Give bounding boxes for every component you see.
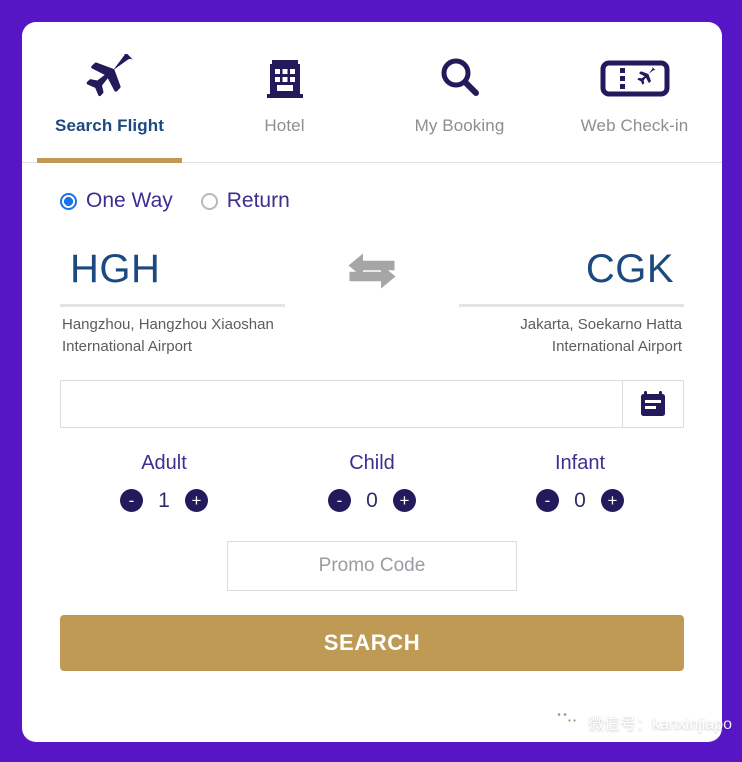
passenger-stepper-child: - 0 + — [328, 489, 416, 513]
passenger-stepper-adult: - 1 + — [120, 489, 208, 513]
watermark-text: 微信号：kanxinjiapo — [587, 715, 732, 733]
passenger-label-child: Child — [349, 451, 395, 474]
search-flight-form: One Way Return HGH Hangzhou, Hangzhou Xi… — [22, 189, 722, 671]
building-icon — [263, 48, 307, 108]
search-button[interactable]: SEARCH — [60, 614, 684, 671]
destination-code-field[interactable]: CGK — [459, 235, 684, 307]
passenger-selector: Adult - 1 + Child - 0 + Infant - 0 + — [60, 452, 684, 513]
passenger-child: Child - 0 + — [268, 452, 476, 513]
wechat-icon — [551, 707, 581, 736]
passenger-label-infant: Infant — [554, 451, 606, 474]
adult-count: 1 — [158, 488, 170, 512]
child-decrement-button[interactable]: - — [328, 489, 351, 512]
destination-airport: CGK Jakarta, Soekarno Hatta Internationa… — [459, 235, 684, 358]
boarding-pass-icon — [599, 48, 671, 108]
origin-airport: HGH Hangzhou, Hangzhou Xiaoshan Internat… — [60, 235, 285, 358]
airplane-icon — [83, 48, 137, 108]
route-selector: HGH Hangzhou, Hangzhou Xiaoshan Internat… — [60, 235, 684, 358]
tab-label-my-booking: My Booking — [414, 116, 505, 135]
passenger-infant: Infant - 0 + — [476, 452, 684, 513]
radio-label-return: Return — [226, 189, 290, 212]
trip-type-radio-group: One Way Return — [60, 189, 684, 213]
tab-bar: Search Flight Hotel My Booking Web Check… — [22, 22, 722, 163]
origin-code-field[interactable]: HGH — [60, 235, 285, 307]
calendar-icon[interactable] — [622, 379, 684, 428]
tab-label-hotel: Hotel — [264, 116, 305, 135]
destination-airport-name: Jakarta, Soekarno Hatta International Ai… — [520, 316, 682, 355]
origin-airport-name: Hangzhou, Hangzhou Xiaoshan Internationa… — [62, 316, 274, 355]
departure-date-row — [60, 379, 684, 428]
departure-date-input[interactable] — [60, 379, 622, 428]
infant-decrement-button[interactable]: - — [536, 489, 559, 512]
radio-one-way[interactable]: One Way — [60, 189, 173, 213]
tab-hotel[interactable]: Hotel — [197, 22, 372, 162]
passenger-adult: Adult - 1 + — [60, 452, 268, 513]
watermark: 微信号：kanxinjiapo — [551, 707, 732, 736]
infant-increment-button[interactable]: + — [601, 489, 624, 512]
tab-search-flight[interactable]: Search Flight — [22, 22, 197, 163]
tab-my-booking[interactable]: My Booking — [372, 22, 547, 162]
magnifier-icon — [436, 48, 484, 108]
promo-code-input[interactable] — [227, 540, 517, 591]
destination-code: CGK — [585, 247, 674, 291]
adult-decrement-button[interactable]: - — [120, 489, 143, 512]
child-count: 0 — [366, 488, 378, 512]
flight-booking-card: Search Flight Hotel My Booking Web Check… — [22, 22, 722, 742]
adult-increment-button[interactable]: + — [185, 489, 208, 512]
swap-arrows-icon[interactable] — [285, 235, 459, 307]
origin-code: HGH — [70, 247, 161, 291]
infant-count: 0 — [574, 488, 586, 512]
tab-label-web-check-in: Web Check-in — [580, 116, 689, 135]
tab-web-check-in[interactable]: Web Check-in — [547, 22, 722, 162]
passenger-label-adult: Adult — [141, 451, 187, 474]
tab-label-search-flight: Search Flight — [55, 116, 164, 135]
promo-code-row — [60, 540, 684, 591]
radio-mark-one-way — [60, 192, 77, 210]
radio-return[interactable]: Return — [200, 189, 290, 213]
radio-label-one-way: One Way — [86, 189, 173, 212]
passenger-stepper-infant: - 0 + — [536, 489, 624, 513]
child-increment-button[interactable]: + — [393, 489, 416, 512]
radio-mark-return — [200, 192, 218, 210]
